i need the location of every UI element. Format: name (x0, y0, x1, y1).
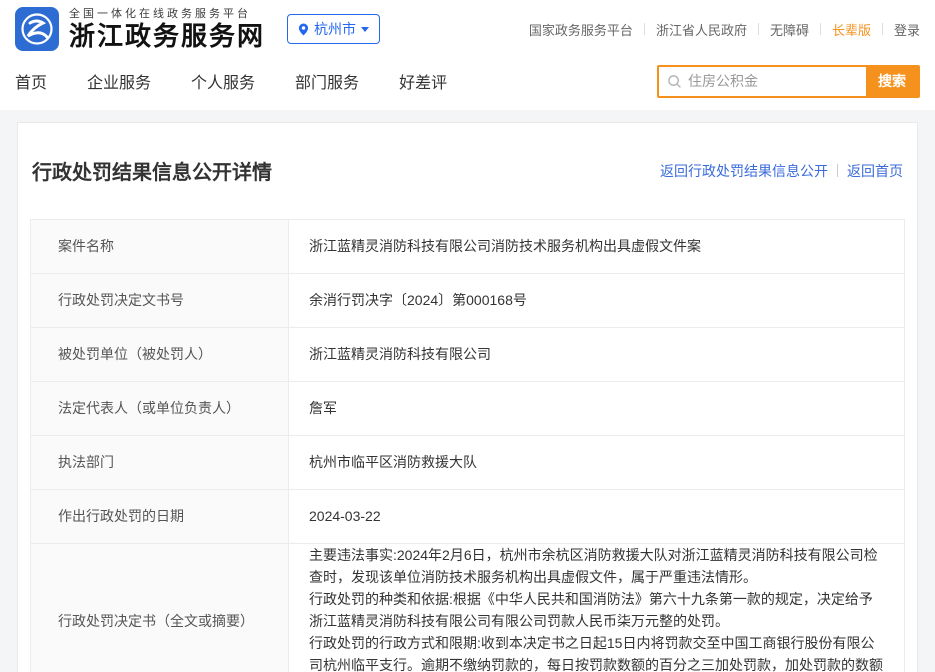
decision-paragraph-basis: 行政处罚的种类和依据:根据《中华人民共和国消防法》第六十九条第一款的规定，决定给… (309, 588, 884, 632)
divider (758, 23, 759, 35)
row-label-legal-representative: 法定代表人（或单位负责人） (31, 381, 289, 435)
main-content: 行政处罚结果信息公开详情 返回行政处罚结果信息公开 返回首页 案件名称 浙江蓝精… (0, 110, 935, 672)
link-login[interactable]: 登录 (894, 20, 920, 39)
location-pin-icon (298, 23, 309, 36)
main-nav: 首页 企业服务 个人服务 部门服务 好差评 搜索 (0, 58, 935, 110)
site-name: 浙江政务服务网 (69, 22, 265, 51)
link-provincial-gov[interactable]: 浙江省人民政府 (656, 20, 747, 39)
search-button[interactable]: 搜索 (866, 67, 918, 96)
decision-paragraph-facts: 主要违法事实:2024年2月6日，杭州市余杭区消防救援大队对浙江蓝精灵消防科技有… (309, 544, 884, 588)
page-title: 行政处罚结果信息公开详情 (32, 156, 272, 185)
nav-item-enterprise[interactable]: 企业服务 (87, 69, 151, 93)
row-label-penalty-date: 作出行政处罚的日期 (31, 489, 289, 543)
row-value-penalized-unit: 浙江蓝精灵消防科技有限公司 (289, 327, 905, 381)
row-value-enforcement-department: 杭州市临平区消防救援大队 (289, 435, 905, 489)
platform-label: 全国一体化在线政务服务平台 (69, 8, 265, 20)
table-row: 被处罚单位（被处罚人） 浙江蓝精灵消防科技有限公司 (31, 327, 905, 381)
table-row: 法定代表人（或单位负责人） 詹军 (31, 381, 905, 435)
site-logo-icon (15, 7, 59, 51)
site-header: 全国一体化在线政务服务平台 浙江政务服务网 杭州市 国家政务服务平台 浙江省人民… (0, 0, 935, 110)
table-row: 行政处罚决定书（全文或摘要） 主要违法事实:2024年2月6日，杭州市余杭区消防… (31, 543, 905, 672)
row-label-enforcement-department: 执法部门 (31, 435, 289, 489)
row-label-document-number: 行政处罚决定文书号 (31, 273, 289, 327)
table-row: 案件名称 浙江蓝精灵消防科技有限公司消防技术服务机构出具虚假文件案 (31, 219, 905, 273)
divider (820, 23, 821, 35)
card-header: 行政处罚结果信息公开详情 返回行政处罚结果信息公开 返回首页 (30, 129, 905, 219)
table-row: 执法部门 杭州市临平区消防救援大队 (31, 435, 905, 489)
nav-item-home[interactable]: 首页 (15, 69, 47, 93)
search-icon (659, 74, 682, 89)
row-value-penalty-date: 2024-03-22 (289, 489, 905, 543)
nav-item-personal[interactable]: 个人服务 (191, 69, 255, 93)
detail-card: 行政处罚结果信息公开详情 返回行政处罚结果信息公开 返回首页 案件名称 浙江蓝精… (17, 122, 918, 672)
link-accessibility[interactable]: 无障碍 (770, 20, 809, 39)
link-elder-version[interactable]: 长辈版 (832, 20, 871, 39)
table-row: 作出行政处罚的日期 2024-03-22 (31, 489, 905, 543)
brand-block: 全国一体化在线政务服务平台 浙江政务服务网 (69, 8, 265, 51)
search-box: 搜索 (657, 65, 920, 98)
back-to-list-link[interactable]: 返回行政处罚结果信息公开 (660, 161, 828, 181)
top-utility-links: 国家政务服务平台 浙江省人民政府 无障碍 长辈版 登录 (529, 20, 920, 39)
city-selector-button[interactable]: 杭州市 (287, 14, 380, 44)
row-value-document-number: 余消行罚决字〔2024〕第000168号 (289, 273, 905, 327)
nav-item-department[interactable]: 部门服务 (295, 69, 359, 93)
row-value-case-name: 浙江蓝精灵消防科技有限公司消防技术服务机构出具虚假文件案 (289, 219, 905, 273)
chevron-down-icon (361, 27, 369, 32)
decision-paragraph-payment: 行政处罚的行政方式和限期:收到本决定书之日起15日内将罚款交至中国工商银行股份有… (309, 632, 884, 672)
row-value-decision-document: 主要违法事实:2024年2月6日，杭州市余杭区消防救援大队对浙江蓝精灵消防科技有… (289, 543, 905, 672)
row-label-penalized-unit: 被处罚单位（被处罚人） (31, 327, 289, 381)
row-value-legal-representative: 詹军 (289, 381, 905, 435)
link-national-platform[interactable]: 国家政务服务平台 (529, 20, 633, 39)
city-selector-label: 杭州市 (314, 19, 356, 39)
table-row: 行政处罚决定文书号 余消行罚决字〔2024〕第000168号 (31, 273, 905, 327)
row-label-case-name: 案件名称 (31, 219, 289, 273)
nav-item-rating[interactable]: 好差评 (399, 69, 447, 93)
divider (882, 23, 883, 35)
back-to-home-link[interactable]: 返回首页 (847, 161, 903, 181)
search-input[interactable] (682, 73, 866, 89)
header-top-row: 全国一体化在线政务服务平台 浙江政务服务网 杭州市 国家政务服务平台 浙江省人民… (0, 0, 935, 58)
back-links: 返回行政处罚结果信息公开 返回首页 (660, 161, 903, 181)
row-label-decision-document: 行政处罚决定书（全文或摘要） (31, 543, 289, 672)
penalty-detail-table: 案件名称 浙江蓝精灵消防科技有限公司消防技术服务机构出具虚假文件案 行政处罚决定… (30, 219, 905, 672)
divider (837, 164, 838, 177)
divider (644, 23, 645, 35)
